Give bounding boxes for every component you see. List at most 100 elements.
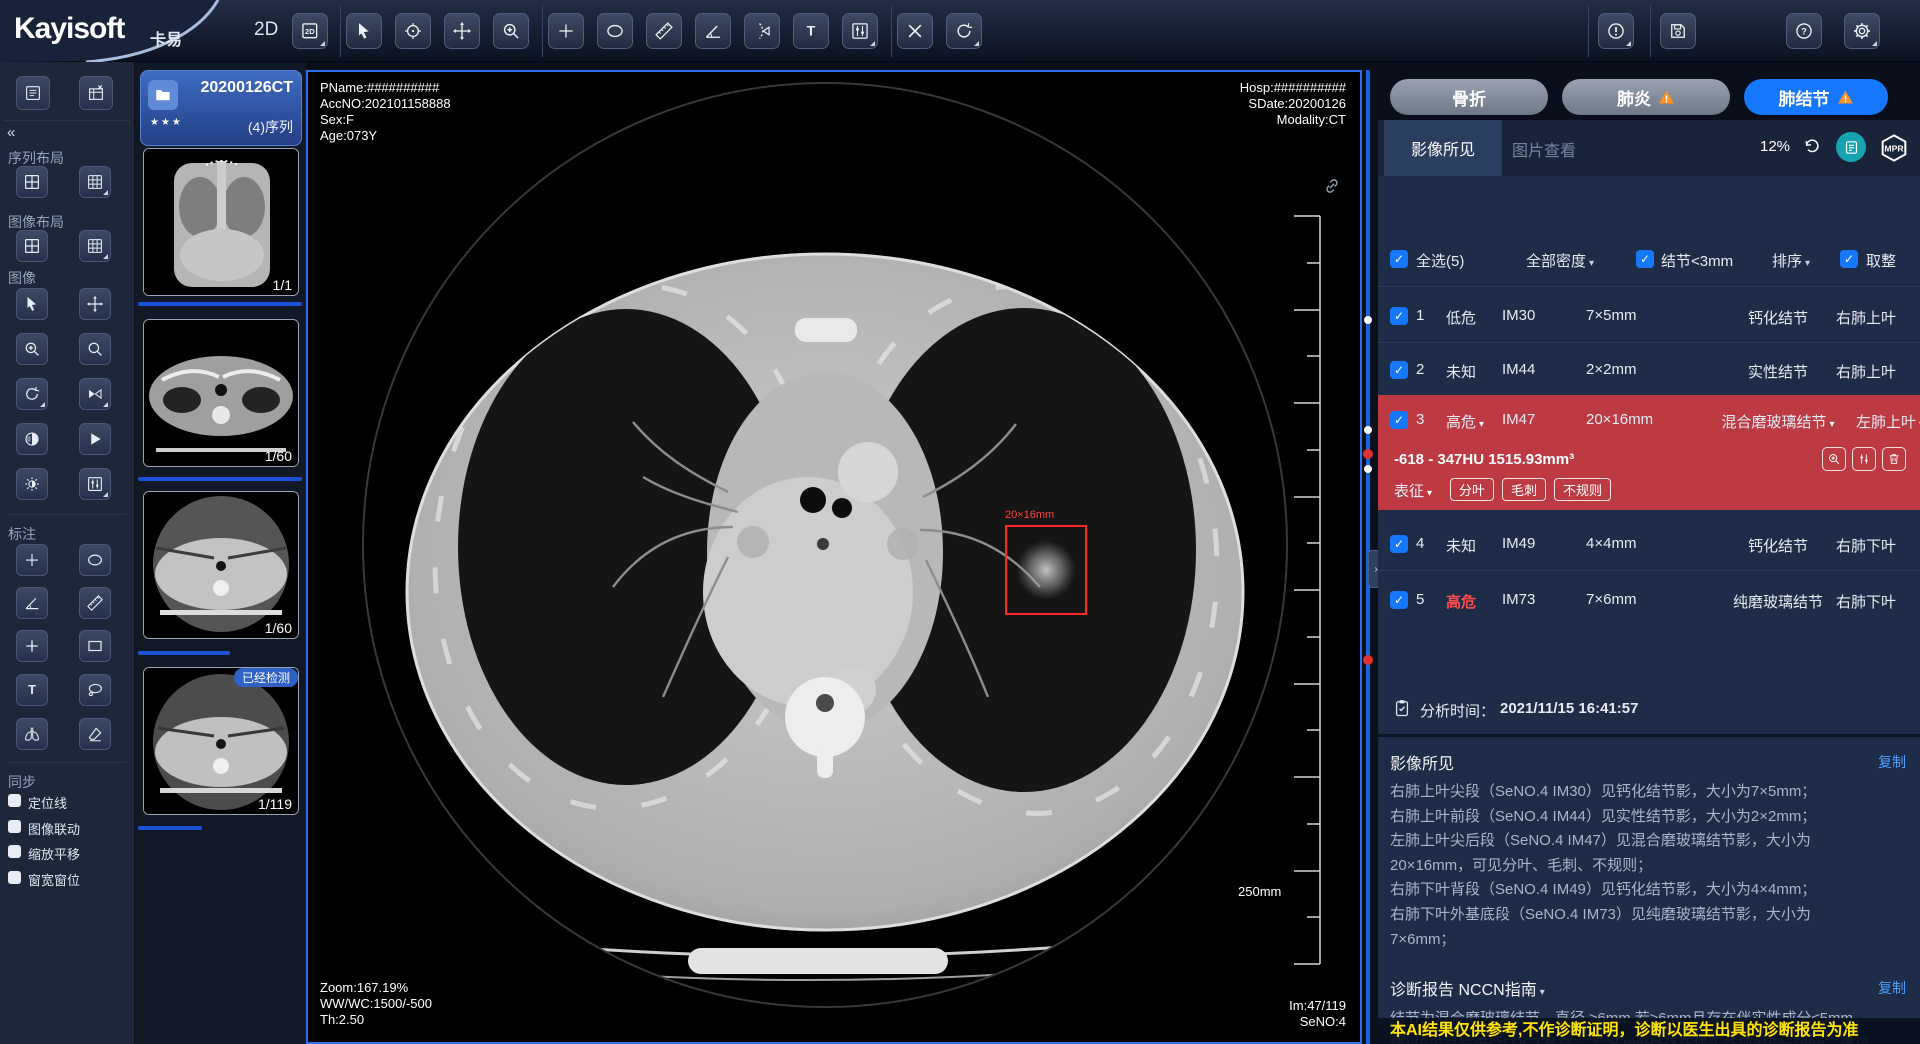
thumb-scrollbar[interactable] (138, 477, 302, 481)
series-thumbnail-2[interactable]: 1/60 (143, 319, 299, 467)
round-checkbox[interactable]: ✓ (1840, 250, 1858, 268)
nodule-marker-high-risk[interactable] (1363, 449, 1373, 459)
nodule-row-4[interactable]: ✓ 4 未知 IM49 4×4mm 钙化结节 右肺下叶 (1378, 522, 1920, 566)
anno-point-button[interactable] (16, 630, 48, 662)
trait-dropdown[interactable]: 表征▾ (1394, 480, 1432, 501)
sb-magnify-button[interactable] (79, 333, 111, 365)
help-button[interactable] (1786, 13, 1822, 49)
sb-cine-play-button[interactable] (79, 423, 111, 455)
eraser-button[interactable] (79, 718, 111, 750)
compare-nodule-button[interactable] (1852, 447, 1876, 471)
study-header[interactable]: 20200126CT ★★★ (4)序列 (140, 70, 302, 146)
image-layout-3x3-button[interactable] (79, 230, 111, 262)
close-series-button[interactable] (79, 76, 113, 110)
lung-segment-button[interactable] (16, 718, 48, 750)
delete-nodule-button[interactable] (1882, 447, 1906, 471)
sb-invert-button[interactable] (16, 423, 48, 455)
nodule-row-1[interactable]: ✓ 1 低危 IM30 7×5mm 钙化结节 右肺上叶 (1378, 294, 1920, 338)
row-checkbox[interactable]: ✓ (1390, 307, 1408, 325)
localize-tool-button[interactable] (395, 13, 431, 49)
reset-button[interactable] (946, 13, 982, 49)
sync-zoom-pan-checkbox[interactable] (8, 845, 21, 858)
angle-tool-button[interactable] (695, 13, 731, 49)
tab-findings[interactable]: 影像所见 (1384, 120, 1502, 176)
series-thumbnail-3[interactable]: 1/60 (143, 491, 299, 639)
sb-brightness-button[interactable] (16, 468, 48, 500)
sb-zoom-button[interactable] (16, 333, 48, 365)
pointer-tool-button[interactable] (346, 13, 382, 49)
thumb-scrollbar[interactable] (138, 302, 302, 306)
anno-ellipse-button[interactable] (79, 544, 111, 576)
report-button[interactable] (1836, 132, 1866, 162)
sb-pan-button[interactable] (79, 288, 111, 320)
settings-button[interactable] (1844, 13, 1880, 49)
copy-report-link[interactable]: 复制 (1878, 978, 1906, 998)
sync-locator-checkbox[interactable] (8, 794, 21, 807)
lt3mm-checkbox[interactable]: ✓ (1636, 250, 1654, 268)
anno-angle-button[interactable] (16, 587, 48, 619)
series-list-button[interactable] (16, 76, 50, 110)
tab-image-view[interactable]: 图片查看 (1512, 137, 1576, 161)
pan-tool-button[interactable] (444, 13, 480, 49)
image-layout-2x2-button[interactable] (16, 230, 48, 262)
trait-chip[interactable]: 毛刺 (1502, 478, 1546, 501)
sb-flip-button[interactable] (79, 378, 111, 410)
collapse-sidebar-button[interactable]: « (7, 124, 15, 141)
nodule-marker-high-risk[interactable] (1363, 655, 1373, 665)
sync-link-checkbox[interactable] (8, 820, 21, 833)
row-checkbox[interactable]: ✓ (1390, 591, 1408, 609)
sb-rotate-button[interactable] (16, 378, 48, 410)
delete-annotation-button[interactable] (897, 13, 933, 49)
sort-dropdown[interactable]: 排序▾ (1772, 250, 1810, 271)
refresh-button[interactable] (1802, 136, 1822, 156)
ai-mode-nodule-button[interactable]: 肺结节 (1744, 79, 1888, 115)
zoom-tool-button[interactable] (493, 13, 529, 49)
series-thumbnail-4[interactable]: 已经检测 1/119 (143, 667, 299, 815)
text-annotation-button[interactable] (793, 13, 829, 49)
sync-wl-checkbox[interactable] (8, 871, 21, 884)
ellipse-annotation-button[interactable] (597, 13, 633, 49)
locate-nodule-button[interactable] (1822, 447, 1846, 471)
ai-mode-pneumonia-button[interactable]: 肺炎 (1562, 79, 1730, 115)
series-thumbnail-1[interactable]: 1/1 (143, 148, 299, 296)
row-checkbox[interactable]: ✓ (1390, 411, 1408, 429)
link-icon[interactable] (1322, 176, 1342, 196)
nodule-risk-dropdown[interactable]: 高危▾ (1446, 411, 1484, 432)
nodule-row-2[interactable]: ✓ 2 未知 IM44 2×2mm 实性结节 右肺上叶 (1378, 348, 1920, 392)
sb-window-level-button[interactable] (79, 468, 111, 500)
anno-rect-button[interactable] (79, 630, 111, 662)
series-layout-2x2-button[interactable] (16, 166, 48, 198)
layout-2d-button[interactable] (292, 13, 328, 49)
copy-findings-link[interactable]: 复制 (1878, 752, 1906, 772)
sb-pointer-button[interactable] (16, 288, 48, 320)
alert-info-button[interactable] (1598, 13, 1634, 49)
trait-chip[interactable]: 不规则 (1554, 478, 1611, 501)
open-study-button[interactable] (148, 80, 178, 110)
nodule-row-5[interactable]: ✓ 5 高危 IM73 7×6mm 纯磨玻璃结节 右肺下叶 (1378, 578, 1920, 622)
thumb-scrollbar[interactable] (138, 826, 202, 830)
density-filter-dropdown[interactable]: 全部密度▾ (1526, 250, 1594, 271)
nodule-lobe-dropdown[interactable]: 左肺上叶▾ (1856, 411, 1920, 432)
nodule-row-3-selected[interactable]: ✓ 3 高危▾ IM47 20×16mm 混合磨玻璃结节▾ 左肺上叶▾ -618… (1378, 395, 1920, 510)
crosshair-annotation-button[interactable] (548, 13, 584, 49)
report-guide-dropdown[interactable]: NCCN指南▾ (1458, 982, 1544, 999)
nodule-marker[interactable] (1364, 316, 1372, 324)
anno-text-button[interactable] (16, 674, 48, 706)
window-level-button[interactable] (842, 13, 878, 49)
nodule-marker[interactable] (1364, 426, 1372, 434)
nodule-annotation-box[interactable] (1005, 525, 1087, 615)
cobb-angle-tool-button[interactable] (744, 13, 780, 49)
anno-crosshair-button[interactable] (16, 544, 48, 576)
ruler-tool-button[interactable] (646, 13, 682, 49)
select-all-checkbox[interactable]: ✓ (1390, 250, 1408, 268)
nodule-type-dropdown[interactable]: 混合磨玻璃结节▾ (1678, 411, 1878, 432)
anno-lasso-button[interactable] (79, 674, 111, 706)
row-checkbox[interactable]: ✓ (1390, 535, 1408, 553)
mpr-button[interactable] (1878, 132, 1910, 164)
row-checkbox[interactable]: ✓ (1390, 361, 1408, 379)
series-layout-3x3-button[interactable] (79, 166, 111, 198)
ct-viewport[interactable]: PName:########## AccNO:202101158888 Sex:… (306, 70, 1362, 1044)
trait-chip[interactable]: 分叶 (1450, 478, 1494, 501)
nodule-marker[interactable] (1364, 465, 1372, 473)
save-button[interactable] (1660, 13, 1696, 49)
